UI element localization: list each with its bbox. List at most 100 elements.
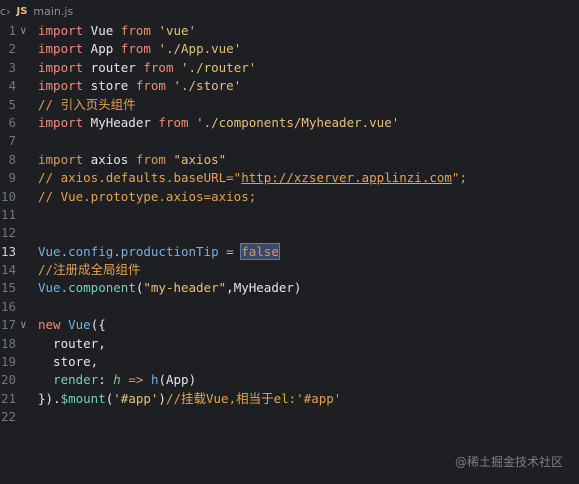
code-text: // axios.defaults.baseURL="http://xzserv…: [38, 169, 467, 187]
code-token: '#app': [113, 390, 159, 406]
watermark: @稀土掘金技术社区: [454, 455, 563, 469]
code-token: h: [113, 372, 121, 388]
code-token: :: [98, 372, 114, 388]
code-text: import axios from "axios": [38, 151, 226, 169]
code-token: from: [158, 114, 189, 130]
code-line[interactable]: 3 import router from './router': [0, 59, 579, 77]
code-text: Vue.config.productionTip = false: [38, 242, 280, 261]
code-line[interactable]: 19 store,: [0, 353, 579, 371]
code-line[interactable]: 9 // axios.defaults.baseURL="http://xzser…: [0, 169, 579, 187]
code-text: store,: [38, 353, 98, 371]
code-line[interactable]: 7: [0, 132, 579, 150]
fold-chevron-icon[interactable]: ∨: [20, 22, 32, 40]
code-token: 'vue': [158, 23, 197, 38]
code-line[interactable]: 15 Vue.component("my-header",MyHeader): [0, 279, 579, 297]
line-number: 1: [8, 23, 16, 38]
code-token: productionTip: [120, 243, 219, 259]
code-line[interactable]: 1 ∨ import Vue from 'vue': [0, 22, 579, 40]
code-token: Vue: [83, 23, 121, 38]
code-token: router,: [38, 335, 106, 351]
code-line[interactable]: 4 import store from './store': [0, 77, 579, 95]
code-token: './components/Myheader.vue': [196, 114, 400, 130]
code-line[interactable]: 21}).$mount('#app')//挂载Vue,相当于el:'#app': [0, 390, 579, 408]
code-line[interactable]: 6 import MyHeader from './components/Myhe…: [0, 114, 579, 132]
code-token: from: [120, 41, 151, 57]
code-text: import App from './App.vue': [38, 40, 241, 58]
code-token: App: [83, 41, 121, 57]
code-token: MyHeader: [83, 114, 159, 130]
code-text: // 引入页头组件: [38, 96, 136, 114]
code-token: // 引入页头组件: [38, 96, 136, 112]
code-token: ({: [90, 317, 106, 333]
code-token: import: [38, 151, 84, 167]
code-token: axios: [83, 151, 136, 167]
code-text: render: h => h(App): [38, 371, 196, 389]
code-token: config: [68, 243, 114, 259]
code-token: from: [135, 78, 166, 94]
line-number: 8: [8, 151, 16, 167]
code-line[interactable]: 13 Vue.config.productionTip = false: [0, 242, 579, 261]
code-text: import store from './store': [38, 77, 241, 95]
code-token: import: [38, 59, 84, 75]
code-text: // Vue.prototype.axios=axios;: [38, 188, 256, 206]
code-line[interactable]: 17 ∨ new Vue({: [0, 316, 579, 334]
code-token: Vue: [38, 280, 61, 296]
code-line[interactable]: 14 //注册成全局组件: [0, 261, 579, 279]
code-token: store,: [38, 354, 99, 370]
line-number: 2: [8, 41, 16, 57]
code-token: // Vue.prototype.axios=axios;: [38, 188, 257, 204]
line-number: 18: [0, 335, 16, 351]
line-number: 10: [0, 188, 16, 204]
code-token: (App): [158, 372, 197, 388]
code-token: './router': [181, 59, 257, 75]
code-line[interactable]: 22: [0, 408, 579, 426]
line-number: 20: [0, 372, 16, 388]
fold-chevron-icon[interactable]: ∨: [20, 316, 32, 334]
line-number: 4: [8, 78, 16, 94]
code-token: }).: [38, 390, 61, 406]
line-number: 15: [0, 280, 16, 296]
code-token: "axios": [173, 151, 227, 167]
code-token: =>: [128, 372, 144, 388]
code-line[interactable]: 11: [0, 206, 579, 224]
code-token: Vue: [68, 317, 91, 333]
code-token: http://xzserver.applinzi.com: [241, 170, 452, 186]
breadcrumb: c › JS main.js: [0, 0, 579, 22]
code-line[interactable]: 5 // 引入页头组件: [0, 96, 579, 114]
js-file-icon: JS: [16, 5, 28, 17]
code-token: import: [38, 23, 84, 38]
code-line[interactable]: 10 // Vue.prototype.axios=axios;: [0, 188, 579, 206]
code-token: from: [143, 59, 174, 75]
code-text: router,: [38, 335, 106, 353]
code-token: =: [218, 243, 242, 259]
code-token: ,MyHeader): [226, 280, 302, 296]
line-number: 13: [0, 243, 16, 259]
code-token: .: [113, 243, 121, 259]
line-number: 6: [8, 114, 16, 130]
code-text: import Vue from 'vue': [38, 22, 196, 40]
breadcrumb-file-name[interactable]: main.js: [33, 5, 73, 18]
line-number: 12: [0, 225, 16, 241]
code-line[interactable]: 8 import axios from "axios": [0, 151, 579, 169]
code-token: Vue: [38, 243, 61, 259]
code-editor[interactable]: 1 ∨ import Vue from 'vue' 2 import App from …: [0, 22, 579, 427]
code-line[interactable]: 18 router,: [0, 335, 579, 353]
code-token: './store': [173, 78, 242, 94]
code-line[interactable]: 20 render: h => h(App): [0, 371, 579, 389]
code-token: // axios.defaults.baseURL=": [38, 170, 242, 186]
code-token: new: [38, 317, 61, 333]
code-token: from: [120, 23, 151, 38]
code-line[interactable]: 16: [0, 298, 579, 316]
code-line[interactable]: 2 import App from './App.vue': [0, 40, 579, 58]
code-line[interactable]: 12: [0, 224, 579, 242]
line-number: 17: [0, 317, 16, 333]
code-token: component: [68, 280, 136, 296]
line-number: 22: [0, 409, 16, 425]
code-token: //注册成全局组件: [38, 262, 141, 278]
code-text: }).$mount('#app')//挂载Vue,相当于el:'#app': [38, 390, 341, 408]
code-token: render: [53, 372, 99, 388]
